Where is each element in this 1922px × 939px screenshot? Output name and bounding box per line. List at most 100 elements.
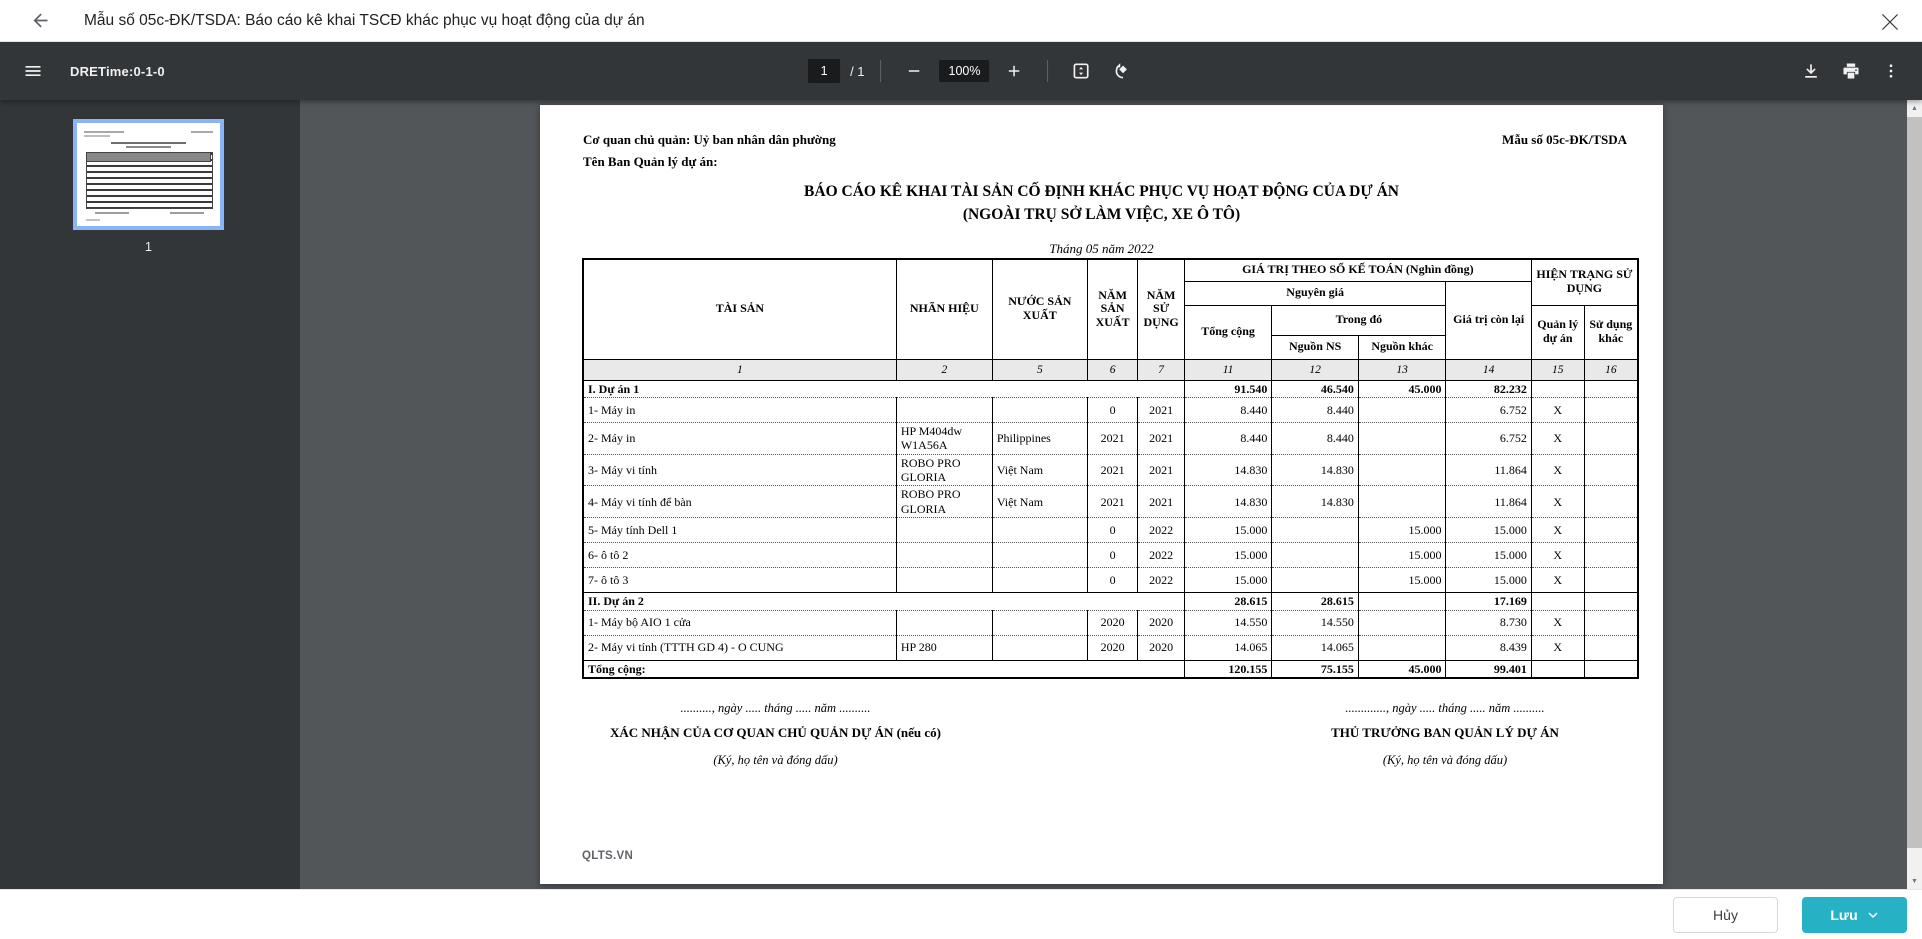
cell-total: 15.000 (1183, 542, 1273, 568)
rotate-button[interactable] (1107, 54, 1141, 88)
cell-remaining: 17.169 (1445, 592, 1532, 611)
signature-block-left: .........., ngày ..... tháng ..... năm .… (603, 701, 948, 768)
cell-brand (895, 542, 993, 568)
page-thumbnail[interactable]: 1 (73, 119, 224, 254)
zoom-level-display[interactable]: 100% (939, 60, 990, 82)
cell-country: Philippines (991, 421, 1088, 455)
print-icon (1843, 63, 1859, 79)
cell-country: Việt Nam (991, 453, 1088, 486)
cell-remaining: 82.232 (1445, 379, 1532, 398)
signature-block-right: ............., ngày ..... tháng ..... nă… (1265, 701, 1625, 768)
cell-year-used: 2022 (1137, 542, 1185, 568)
cell-brand: ROBO PRO GLORIA (895, 453, 993, 486)
column-number-cell: 5 (991, 358, 1088, 381)
cell-other-use (1583, 567, 1639, 593)
save-button-label: Lưu (1830, 906, 1858, 923)
report-period: Tháng 05 năm 2022 (1049, 241, 1154, 256)
cell-total: 8.440 (1183, 396, 1273, 423)
close-icon (1881, 13, 1899, 31)
cell-ns-source: 14.830 (1271, 453, 1359, 486)
table-row: 5- Máy tính Dell 1 0 2022 15.000 15.000 15.00… (582, 517, 1639, 543)
cell-ns-source: 14.830 (1271, 485, 1359, 518)
col-header-country: NƯỚC SẢN XUẤT (991, 258, 1088, 360)
zoom-out-button[interactable] (898, 54, 932, 88)
cell-managed: X (1530, 485, 1585, 518)
table-row: 6- ô tô 2 0 2022 15.000 15.000 15.000 X (582, 542, 1639, 568)
table-row: II. Dự án 2 28.615 28.615 17.169 (582, 592, 1639, 611)
plus-icon (1009, 65, 1020, 77)
cell-year-made: 2020 (1086, 634, 1139, 661)
column-number-cell: 6 (1086, 358, 1139, 381)
col-group-of-which: Trong đó (1271, 304, 1447, 336)
sidebar-toggle-button[interactable] (16, 54, 50, 88)
cell-other-use (1583, 659, 1639, 679)
cell-year-made: 2021 (1086, 421, 1139, 455)
cell-total: 14.550 (1183, 609, 1273, 636)
cell-asset: 4- Máy vi tính để bàn (582, 485, 897, 518)
cell-year-made: 2020 (1086, 609, 1139, 636)
cell-country (991, 567, 1088, 593)
cell-ns-source: 8.440 (1271, 421, 1359, 455)
zoom-in-button[interactable] (998, 54, 1032, 88)
page-number-input[interactable] (808, 59, 841, 83)
print-button[interactable] (1834, 54, 1868, 88)
back-button[interactable] (28, 9, 52, 33)
cell-other-source: 15.000 (1357, 567, 1447, 593)
download-button[interactable] (1794, 54, 1828, 88)
scroll-up-arrow-icon[interactable]: ▲ (1907, 100, 1922, 116)
cell-year-made: 0 (1086, 396, 1139, 423)
scroll-down-arrow-icon[interactable]: ▼ (1907, 873, 1922, 889)
cell-managed (1530, 379, 1585, 398)
col-header-remaining: Giá trị còn lại (1445, 280, 1532, 360)
signature-date-left: .........., ngày ..... tháng ..... năm .… (680, 701, 871, 715)
column-number-cell: 1 (582, 358, 897, 381)
more-options-button[interactable] (1874, 54, 1908, 88)
cancel-button[interactable]: Hủy (1673, 896, 1778, 933)
signature-subtitle-left: (Ký, họ tên và đóng dấu) (713, 753, 838, 767)
table-row: 3- Máy vi tính ROBO PRO GLORIA Việt Nam 202… (582, 453, 1639, 486)
col-group-book-value: GIÁ TRỊ THEO SỔ KẾ TOÁN (Nghìn đồng) (1183, 258, 1532, 282)
cell-country (991, 517, 1088, 543)
cell-remaining: 15.000 (1445, 517, 1532, 543)
cell-ns-source: 46.540 (1271, 379, 1359, 398)
cell-other-use (1583, 421, 1639, 455)
scrollbar-thumb[interactable] (1907, 117, 1922, 848)
cell-brand (895, 567, 993, 593)
dialog-titlebar: Mẫu số 05c-ĐK/TSDA: Báo cáo kê khai TSCĐ… (0, 0, 1922, 42)
pdf-viewer-body: 1 Cơ quan chủ quản: Uỷ ban nhân dân phườ… (0, 100, 1922, 889)
cell-brand: ROBO PRO GLORIA (895, 485, 993, 518)
cell-year-used: 2021 (1137, 421, 1185, 455)
cell-country (991, 542, 1088, 568)
cell-brand: HP 280 (895, 634, 993, 661)
cell-country: Việt Nam (991, 485, 1088, 518)
cell-managed: X (1530, 453, 1585, 486)
cell-asset: 2- Máy vi tính (TTTH GD 4) - O CUNG (582, 634, 897, 661)
cell-other-source (1357, 592, 1447, 611)
fit-page-button[interactable] (1065, 54, 1099, 88)
cell-total: 14.065 (1183, 634, 1273, 661)
cell-total: 91.540 (1183, 379, 1273, 398)
cell-managed: X (1530, 517, 1585, 543)
cell-managed: X (1530, 421, 1585, 455)
report-title-line1: BÁO CÁO KÊ KHAI TÀI SẢN CỐ ĐỊNH KHÁC PHỤ… (804, 183, 1399, 200)
cell-year-used: 2021 (1137, 453, 1185, 486)
table-row: 2- Máy in HP M404dw W1A56A Philippines 2021… (582, 421, 1639, 455)
col-header-total: Tổng cộng (1183, 304, 1273, 360)
vertical-scrollbar[interactable]: ▲ ▼ (1907, 100, 1922, 889)
form-number: Mẫu số 05c-ĐK/TSDA (1502, 132, 1627, 147)
close-button[interactable] (1876, 8, 1904, 36)
cell-total: 14.830 (1183, 485, 1273, 518)
document-viewport: Cơ quan chủ quản: Uỷ ban nhân dân phường… (300, 100, 1907, 889)
cell-country (991, 396, 1088, 423)
col-header-other-use: Sử dụng khác (1583, 304, 1639, 360)
column-number-cell: 14 (1445, 358, 1532, 381)
column-number-cell: 13 (1357, 358, 1447, 381)
save-button[interactable]: Lưu (1802, 896, 1907, 933)
cell-other-source (1357, 609, 1447, 636)
cell-brand (895, 517, 993, 543)
cell-asset: I. Dự án 1 (582, 379, 1185, 398)
cell-managed (1530, 659, 1585, 679)
rotate-counterclockwise-icon (1116, 63, 1128, 79)
vertical-dots-icon (1889, 64, 1893, 78)
column-number-cell: 12 (1271, 358, 1359, 381)
